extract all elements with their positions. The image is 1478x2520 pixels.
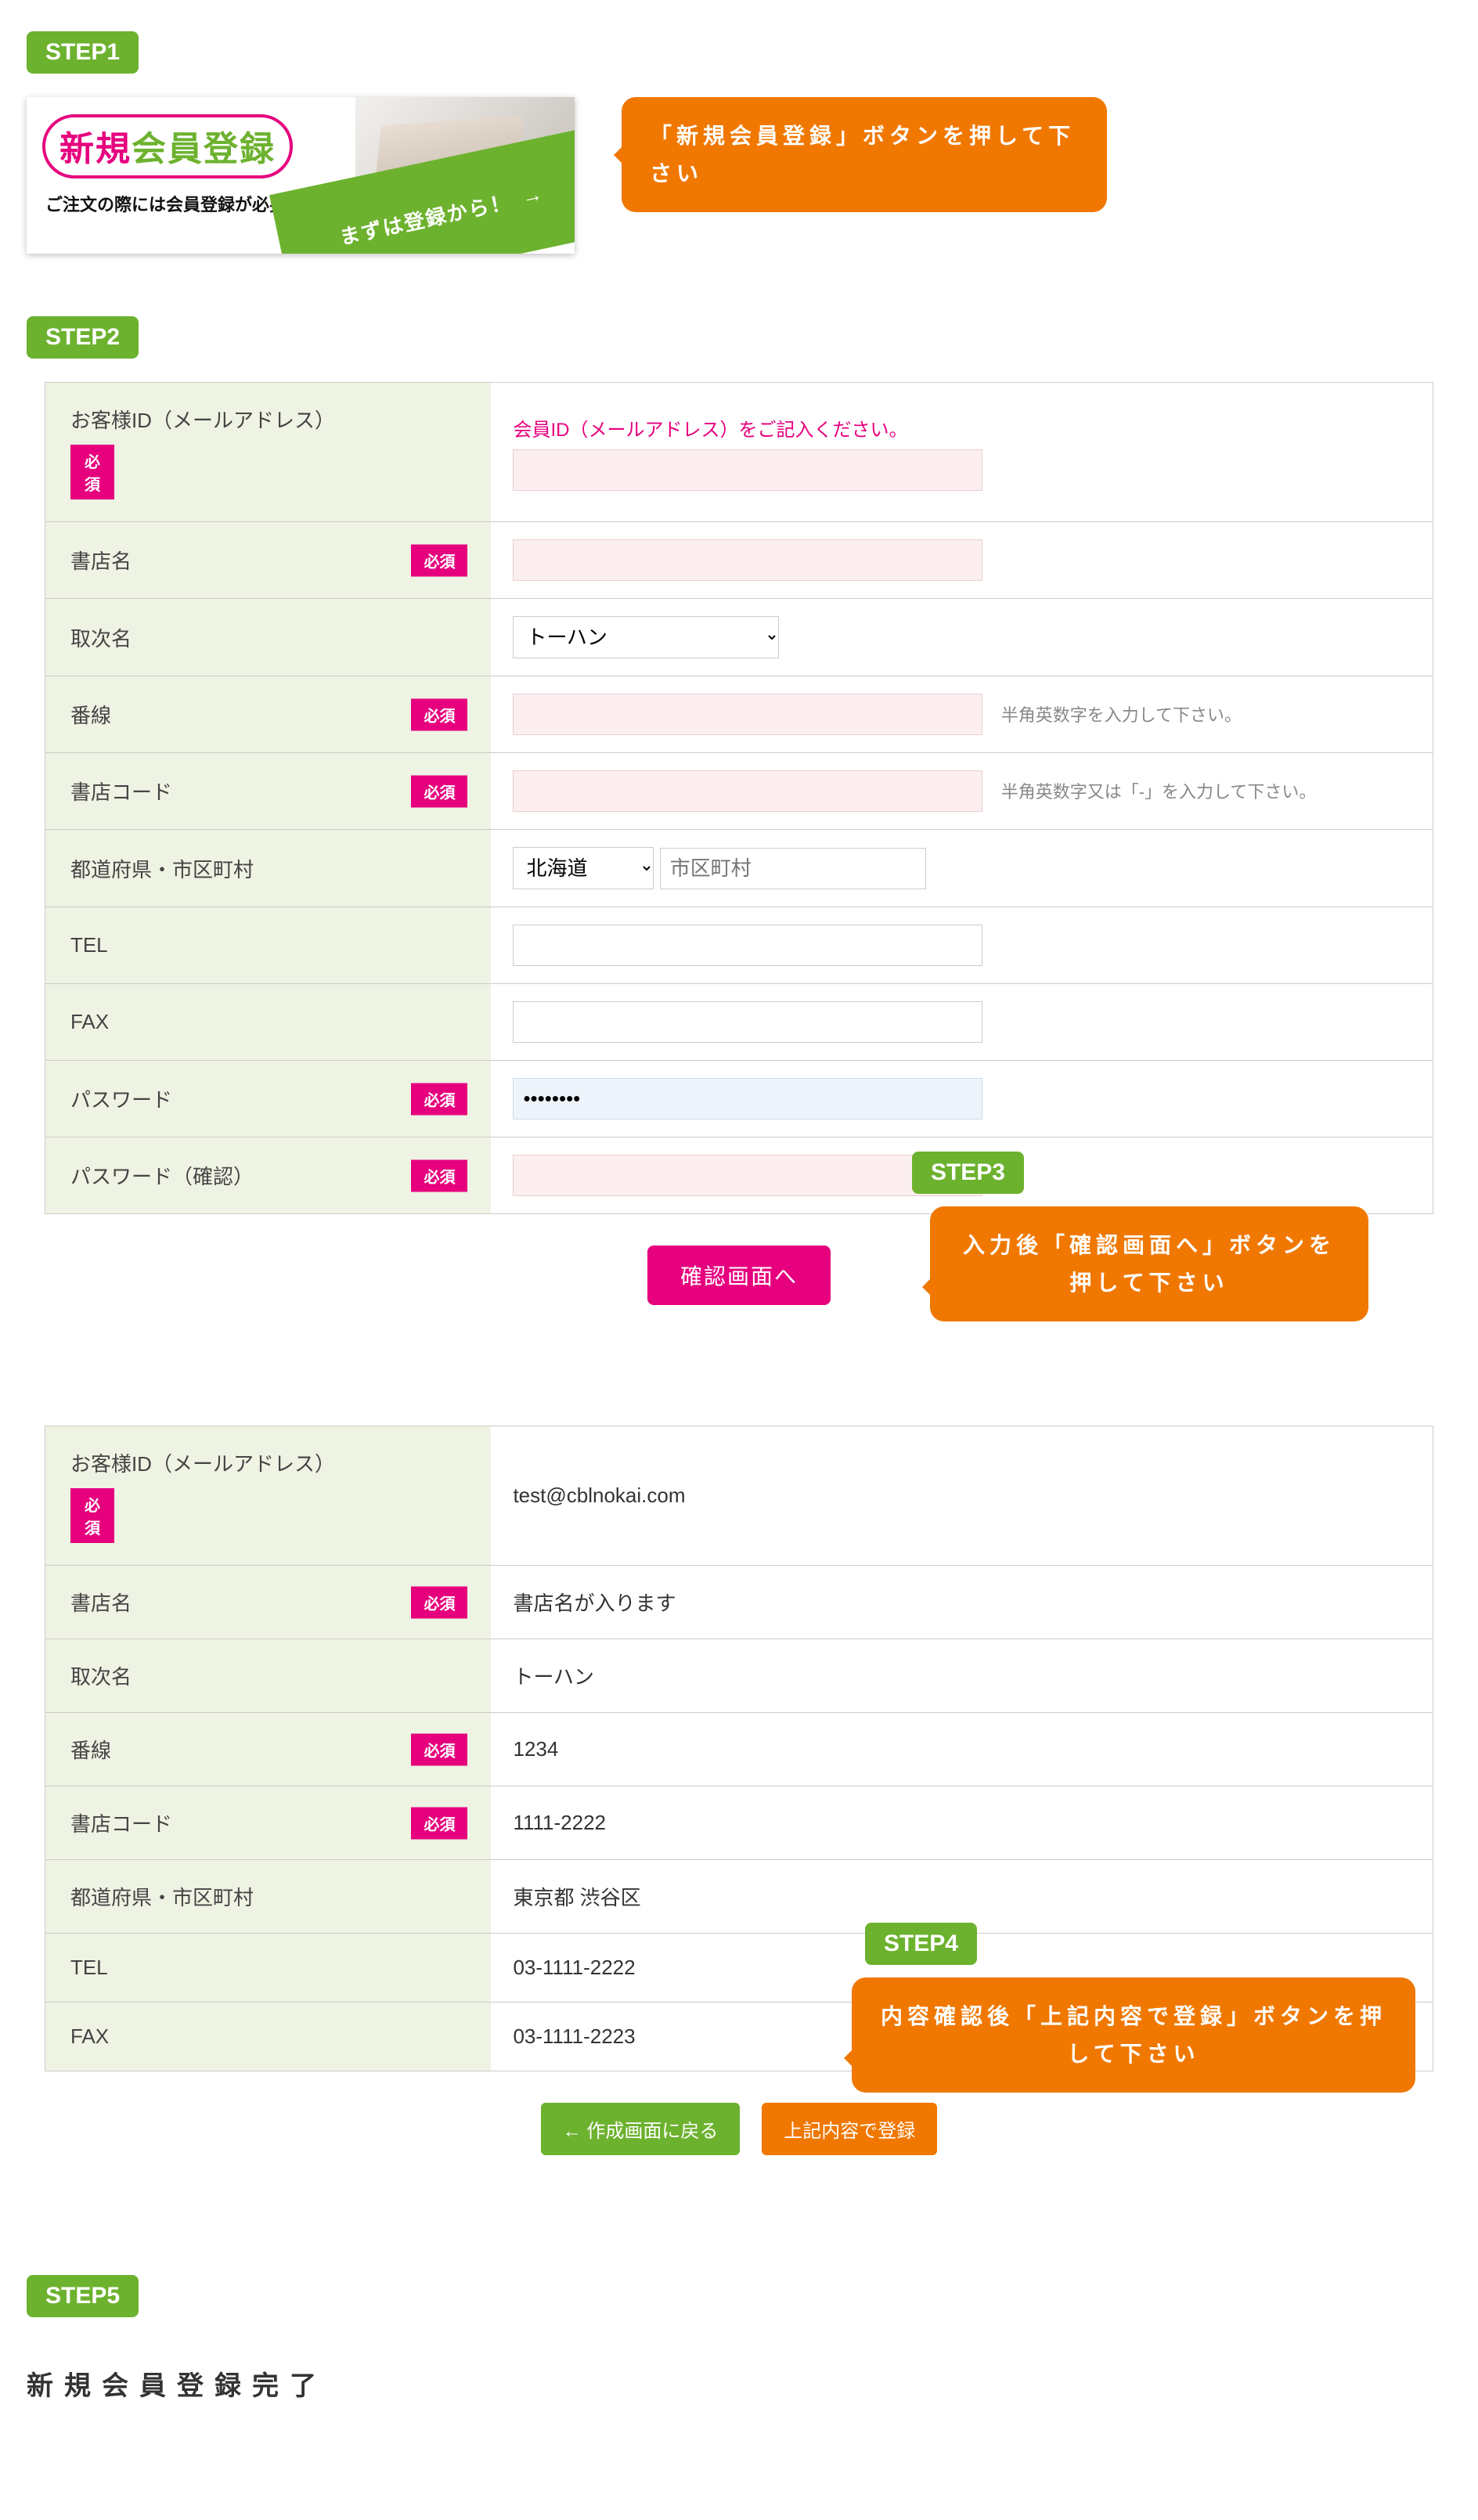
clabel-agent: 取次名	[45, 1639, 491, 1713]
registration-form: お客様ID（メールアドレス） 必須 会員ID（メールアドレス）をご記入ください。…	[45, 382, 1433, 1214]
completion-title: 新規会員登録完了	[27, 2364, 1462, 2403]
label-line: 番線 必須	[45, 676, 491, 753]
tel-input[interactable]	[513, 925, 982, 966]
clabel-fax: FAX	[45, 2003, 491, 2071]
submit-button-row: ← 作成画面に戻る 上記内容で登録 STEP4 内容確認後「上記内容で登録」ボタ…	[16, 2103, 1462, 2197]
clabel-code: 書店コード 必須	[45, 1786, 491, 1860]
label-store-code: 書店コード 必須	[45, 753, 491, 830]
id-note: 会員ID（メールアドレス）をご記入ください。	[513, 414, 1411, 442]
cval-id: test@cblnokai.com	[491, 1426, 1433, 1566]
code-hint: 半角英数字又は「-」を入力して下さい。	[1001, 782, 1317, 802]
label-customer-id: お客様ID（メールアドレス） 必須	[45, 383, 491, 522]
password-input[interactable]	[513, 1078, 982, 1119]
label-text: 書店名	[70, 550, 132, 573]
store-code-input[interactable]	[513, 770, 982, 812]
required-badge: 必須	[70, 1488, 114, 1543]
label-password: パスワード 必須	[45, 1061, 491, 1137]
banner-title-a: 新規	[59, 121, 132, 171]
required-badge: 必須	[411, 1586, 467, 1618]
confirmation-table: お客様ID（メールアドレス） 必須 test@cblnokai.com 書店名 …	[45, 1426, 1433, 2071]
line-input[interactable]	[513, 694, 982, 735]
step3-badge: STEP3	[912, 1152, 1024, 1194]
clabel-line: 番線 必須	[45, 1713, 491, 1786]
step1-bubble: 「新規会員登録」ボタンを押して下さい	[622, 97, 1107, 212]
agent-select[interactable]: トーハン	[513, 616, 779, 658]
step1-row: 新規 会員登録 ご注文の際には会員登録が必要です。 まずは登録から！ → 「新規…	[27, 97, 1462, 254]
clabel-pref: 都道府県・市区町村	[45, 1860, 491, 1934]
clabel-id: お客様ID（メールアドレス） 必須	[45, 1426, 491, 1566]
cell-customer-id: 会員ID（メールアドレス）をご記入ください。	[491, 383, 1433, 522]
label-text: パスワード（確認）	[70, 1165, 254, 1188]
label-text: 番線	[70, 1739, 111, 1762]
required-badge: 必須	[411, 1159, 467, 1192]
label-fax: FAX	[45, 984, 491, 1061]
step2-badge: STEP2	[27, 316, 139, 359]
back-button[interactable]: ← 作成画面に戻る	[541, 2103, 741, 2155]
customer-id-input[interactable]	[513, 449, 982, 491]
required-badge: 必須	[411, 544, 467, 576]
label-text: お客様ID（メールアドレス）	[70, 409, 335, 432]
cval-code: 1111-2222	[491, 1786, 1433, 1860]
step1-badge: STEP1	[27, 31, 139, 74]
city-input[interactable]	[660, 848, 926, 889]
cval-agent: トーハン	[491, 1639, 1433, 1713]
line-hint: 半角英数字を入力して下さい。	[1001, 705, 1242, 725]
required-badge: 必須	[411, 1083, 467, 1115]
label-text: 番線	[70, 704, 111, 727]
label-tel: TEL	[45, 907, 491, 984]
step5-badge: STEP5	[27, 2275, 139, 2317]
register-banner[interactable]: 新規 会員登録 ご注文の際には会員登録が必要です。 まずは登録から！ →	[27, 97, 575, 254]
step3-bubble: 入力後「確認画面へ」ボタンを押して下さい	[930, 1206, 1368, 1321]
required-badge: 必須	[411, 1733, 467, 1765]
label-text: 書店名	[70, 1592, 132, 1615]
submit-button[interactable]: 上記内容で登録	[762, 2103, 937, 2155]
banner-title: 新規 会員登録	[42, 114, 293, 178]
label-text: 書店コード	[70, 1812, 172, 1836]
clabel-store: 書店名 必須	[45, 1566, 491, 1639]
label-prefecture: 都道府県・市区町村	[45, 830, 491, 907]
store-name-input[interactable]	[513, 539, 982, 581]
prefecture-select[interactable]: 北海道	[513, 847, 654, 889]
step4-badge: STEP4	[865, 1923, 977, 1965]
confirm-button-row: 確認画面へ STEP3 入力後「確認画面へ」ボタンを押して下さい	[16, 1246, 1462, 1363]
label-agent: 取次名	[45, 599, 491, 676]
cval-line: 1234	[491, 1713, 1433, 1786]
banner-ribbon-text: まずは登録から！	[337, 186, 514, 251]
required-badge: 必須	[411, 775, 467, 807]
fax-input[interactable]	[513, 1001, 982, 1043]
label-text: 書店コード	[70, 781, 172, 804]
arrow-right-icon: →	[519, 181, 546, 209]
banner-title-b: 会員登録	[132, 121, 276, 171]
label-password-confirm: パスワード（確認） 必須	[45, 1137, 491, 1214]
required-badge: 必須	[411, 698, 467, 730]
confirm-button[interactable]: 確認画面へ	[647, 1246, 831, 1305]
clabel-tel: TEL	[45, 1934, 491, 2003]
label-text: お客様ID（メールアドレス）	[70, 1452, 335, 1476]
cval-store: 書店名が入ります	[491, 1566, 1433, 1639]
label-store-name: 書店名 必須	[45, 522, 491, 599]
step4-bubble: 内容確認後「上記内容で登録」ボタンを押して下さい	[852, 1977, 1415, 2093]
label-text: パスワード	[70, 1088, 172, 1112]
required-badge: 必須	[70, 445, 114, 499]
required-badge: 必須	[411, 1807, 467, 1839]
